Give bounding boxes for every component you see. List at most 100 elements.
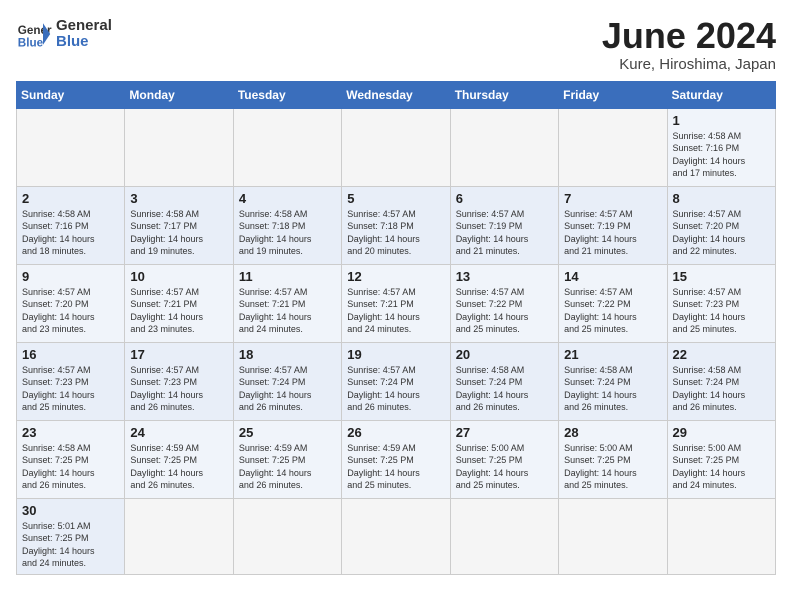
day-cell: [233, 108, 341, 186]
day-number: 6: [456, 191, 553, 206]
day-info: Sunrise: 4:57 AM Sunset: 7:21 PM Dayligh…: [239, 286, 336, 336]
day-number: 13: [456, 269, 553, 284]
week-row-3: 9 Sunrise: 4:57 AM Sunset: 7:20 PM Daylig…: [17, 264, 776, 342]
calendar-table: SundayMondayTuesdayWednesdayThursdayFrid…: [16, 81, 776, 575]
day-cell: 12 Sunrise: 4:57 AM Sunset: 7:21 PM Dayli…: [342, 264, 450, 342]
day-cell: 22 Sunrise: 4:58 AM Sunset: 7:24 PM Dayli…: [667, 342, 775, 420]
day-cell: 10 Sunrise: 4:57 AM Sunset: 7:21 PM Dayli…: [125, 264, 233, 342]
day-info: Sunrise: 5:00 AM Sunset: 7:25 PM Dayligh…: [456, 442, 553, 492]
header-cell-saturday: Saturday: [667, 81, 775, 108]
day-number: 12: [347, 269, 444, 284]
day-info: Sunrise: 4:58 AM Sunset: 7:24 PM Dayligh…: [673, 364, 770, 414]
header-row: SundayMondayTuesdayWednesdayThursdayFrid…: [17, 81, 776, 108]
day-cell: [667, 498, 775, 574]
logo: General Blue General Blue: [16, 16, 112, 52]
day-number: 30: [22, 503, 119, 518]
week-row-5: 23 Sunrise: 4:58 AM Sunset: 7:25 PM Dayli…: [17, 420, 776, 498]
day-cell: 18 Sunrise: 4:57 AM Sunset: 7:24 PM Dayli…: [233, 342, 341, 420]
day-number: 16: [22, 347, 119, 362]
day-number: 28: [564, 425, 661, 440]
day-info: Sunrise: 4:57 AM Sunset: 7:24 PM Dayligh…: [347, 364, 444, 414]
page-container: General Blue General Blue June 2024 Kure…: [16, 16, 776, 575]
day-cell: [17, 108, 125, 186]
day-info: Sunrise: 4:58 AM Sunset: 7:25 PM Dayligh…: [22, 442, 119, 492]
day-info: Sunrise: 4:57 AM Sunset: 7:19 PM Dayligh…: [456, 208, 553, 258]
day-info: Sunrise: 5:00 AM Sunset: 7:25 PM Dayligh…: [564, 442, 661, 492]
day-info: Sunrise: 4:57 AM Sunset: 7:22 PM Dayligh…: [456, 286, 553, 336]
day-info: Sunrise: 4:58 AM Sunset: 7:17 PM Dayligh…: [130, 208, 227, 258]
day-info: Sunrise: 4:59 AM Sunset: 7:25 PM Dayligh…: [239, 442, 336, 492]
day-cell: 11 Sunrise: 4:57 AM Sunset: 7:21 PM Dayli…: [233, 264, 341, 342]
day-number: 24: [130, 425, 227, 440]
day-cell: [125, 498, 233, 574]
header: General Blue General Blue June 2024 Kure…: [16, 16, 776, 73]
header-cell-thursday: Thursday: [450, 81, 558, 108]
day-number: 8: [673, 191, 770, 206]
day-info: Sunrise: 4:57 AM Sunset: 7:20 PM Dayligh…: [673, 208, 770, 258]
day-cell: [559, 108, 667, 186]
day-cell: 14Sunrise: 4:57 AM Sunset: 7:22 PM Dayli…: [559, 264, 667, 342]
week-row-1: 1Sunrise: 4:58 AM Sunset: 7:16 PM Daylig…: [17, 108, 776, 186]
day-cell: 13 Sunrise: 4:57 AM Sunset: 7:22 PM Dayli…: [450, 264, 558, 342]
day-number: 20: [456, 347, 553, 362]
day-number: 22: [673, 347, 770, 362]
day-cell: 9 Sunrise: 4:57 AM Sunset: 7:20 PM Daylig…: [17, 264, 125, 342]
day-number: 21: [564, 347, 661, 362]
day-cell: [125, 108, 233, 186]
header-cell-wednesday: Wednesday: [342, 81, 450, 108]
day-number: 9: [22, 269, 119, 284]
day-info: Sunrise: 4:58 AM Sunset: 7:16 PM Dayligh…: [22, 208, 119, 258]
day-number: 10: [130, 269, 227, 284]
day-cell: [342, 108, 450, 186]
week-row-2: 2 Sunrise: 4:58 AM Sunset: 7:16 PM Daylig…: [17, 186, 776, 264]
day-cell: 21 Sunrise: 4:58 AM Sunset: 7:24 PM Dayli…: [559, 342, 667, 420]
day-info: Sunrise: 4:58 AM Sunset: 7:18 PM Dayligh…: [239, 208, 336, 258]
logo-blue: Blue: [56, 34, 112, 51]
calendar-body: 1 Sunrise: 4:58 AM Sunset: 7:16 PM Daylig…: [17, 108, 776, 574]
day-info: Sunrise: 4:57 AM Sunset: 7:21 PM Dayligh…: [347, 286, 444, 336]
day-cell: [450, 108, 558, 186]
day-cell: 19 Sunrise: 4:57 AM Sunset: 7:24 PM Dayli…: [342, 342, 450, 420]
header-cell-tuesday: Tuesday: [233, 81, 341, 108]
day-number: 18: [239, 347, 336, 362]
logo-icon: General Blue: [16, 16, 52, 52]
day-number: 26: [347, 425, 444, 440]
day-number: 27: [456, 425, 553, 440]
day-cell: [233, 498, 341, 574]
day-cell: [342, 498, 450, 574]
day-number: 2: [22, 191, 119, 206]
day-info: Sunrise: 4:57 AM Sunset: 7:23 PM Dayligh…: [130, 364, 227, 414]
day-number: 7: [564, 191, 661, 206]
day-info: Sunrise: 4:57 AM Sunset: 7:23 PM Dayligh…: [673, 286, 770, 336]
svg-text:Blue: Blue: [18, 37, 44, 50]
day-cell: 17Sunrise: 4:57 AM Sunset: 7:23 PM Dayli…: [125, 342, 233, 420]
day-info: Sunrise: 4:58 AM Sunset: 7:24 PM Dayligh…: [564, 364, 661, 414]
day-number: 25: [239, 425, 336, 440]
day-cell: 23 Sunrise: 4:58 AM Sunset: 7:25 PM Dayli…: [17, 420, 125, 498]
calendar-title: June 2024: [602, 16, 776, 56]
day-cell: 5Sunrise: 4:57 AM Sunset: 7:18 PM Daylig…: [342, 186, 450, 264]
title-block: June 2024 Kure, Hiroshima, Japan: [602, 16, 776, 73]
day-number: 11: [239, 269, 336, 284]
day-cell: [559, 498, 667, 574]
day-cell: 26 Sunrise: 4:59 AM Sunset: 7:25 PM Dayli…: [342, 420, 450, 498]
day-number: 19: [347, 347, 444, 362]
day-info: Sunrise: 4:57 AM Sunset: 7:21 PM Dayligh…: [130, 286, 227, 336]
week-row-6: 30Sunrise: 5:01 AM Sunset: 7:25 PM Dayli…: [17, 498, 776, 574]
day-info: Sunrise: 4:59 AM Sunset: 7:25 PM Dayligh…: [347, 442, 444, 492]
day-info: Sunrise: 4:57 AM Sunset: 7:22 PM Dayligh…: [564, 286, 661, 336]
day-info: Sunrise: 4:57 AM Sunset: 7:24 PM Dayligh…: [239, 364, 336, 414]
day-info: Sunrise: 4:57 AM Sunset: 7:20 PM Dayligh…: [22, 286, 119, 336]
header-cell-monday: Monday: [125, 81, 233, 108]
day-number: 4: [239, 191, 336, 206]
day-number: 3: [130, 191, 227, 206]
day-info: Sunrise: 4:58 AM Sunset: 7:24 PM Dayligh…: [456, 364, 553, 414]
day-number: 29: [673, 425, 770, 440]
day-info: Sunrise: 4:57 AM Sunset: 7:23 PM Dayligh…: [22, 364, 119, 414]
day-cell: 3 Sunrise: 4:58 AM Sunset: 7:17 PM Daylig…: [125, 186, 233, 264]
day-cell: 16 Sunrise: 4:57 AM Sunset: 7:23 PM Dayli…: [17, 342, 125, 420]
day-cell: 15Sunrise: 4:57 AM Sunset: 7:23 PM Dayli…: [667, 264, 775, 342]
day-cell: 30Sunrise: 5:01 AM Sunset: 7:25 PM Dayli…: [17, 498, 125, 574]
day-number: 23: [22, 425, 119, 440]
day-number: 1: [673, 113, 770, 128]
